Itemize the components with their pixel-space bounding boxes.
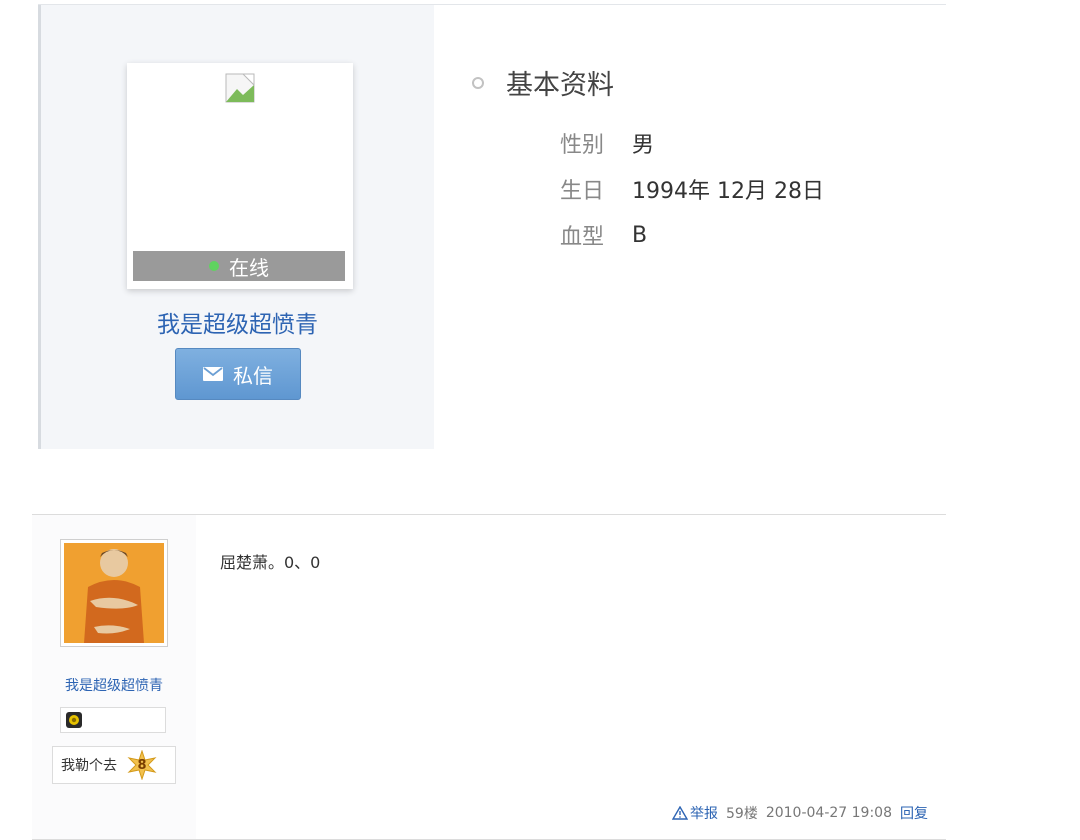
- profile-card: 在线 我是超级超愤青 私信 基本资料 性别 男 生日 1994年 12月 28日…: [38, 4, 946, 449]
- info-row-blood-type: 血型 B: [560, 219, 647, 251]
- medal-box: [60, 707, 166, 733]
- level-badge-icon: 8: [127, 749, 157, 781]
- mail-icon: [203, 367, 223, 381]
- section-title: 基本资料: [506, 70, 614, 101]
- report-label: 举报: [690, 806, 718, 822]
- level-number: 8: [137, 757, 147, 773]
- forum-post: 我是超级超愤青 我勒个去 8 屈楚萧。0、0 举报 59楼 2010-04-27…: [32, 514, 946, 840]
- post-avatar[interactable]: [60, 539, 168, 647]
- info-row-gender: 性别 男: [560, 127, 654, 159]
- ring-bullet-icon: [472, 76, 484, 89]
- floor-number: 59楼: [726, 806, 758, 822]
- basic-info-header: 基本资料: [472, 63, 614, 102]
- online-status-label: 在线: [229, 255, 269, 280]
- post-author-sidebar: 我是超级超愤青 我勒个去 8: [32, 515, 196, 839]
- profile-left-panel: 在线 我是超级超愤青 私信: [38, 5, 434, 449]
- profile-avatar[interactable]: 在线: [127, 63, 353, 289]
- info-value: B: [632, 222, 648, 248]
- level-box: 我勒个去 8: [52, 746, 176, 784]
- avatar-illustration: [64, 543, 164, 643]
- post-footer: 举报 59楼 2010-04-27 19:08 回复: [672, 803, 928, 823]
- online-status-bar: 在线: [133, 251, 345, 281]
- post-username[interactable]: 我是超级超愤青: [32, 675, 196, 695]
- post-timestamp: 2010-04-27 19:08: [765, 805, 892, 821]
- info-value: 1994年 12月 28日: [632, 179, 824, 204]
- info-label: 血型: [560, 225, 605, 250]
- info-label: 性别: [560, 133, 605, 158]
- online-dot-icon: [209, 261, 219, 271]
- medal-icon[interactable]: [66, 712, 82, 728]
- info-row-birthday: 生日 1994年 12月 28日: [560, 173, 824, 205]
- broken-image-icon: [225, 73, 255, 103]
- private-message-button[interactable]: 私信: [175, 348, 301, 400]
- profile-username[interactable]: 我是超级超愤青: [41, 305, 434, 339]
- profile-info-panel: 基本资料 性别 男 生日 1994年 12月 28日 血型 B: [434, 5, 946, 449]
- info-label: 生日: [560, 179, 605, 204]
- reply-button[interactable]: 回复: [900, 803, 928, 823]
- level-name: 我勒个去: [61, 758, 117, 774]
- warning-icon: [672, 806, 688, 820]
- private-message-label: 私信: [233, 363, 273, 388]
- report-button[interactable]: 举报: [672, 803, 718, 823]
- post-content: 屈楚萧。0、0: [220, 553, 321, 572]
- info-value: 男: [632, 133, 655, 158]
